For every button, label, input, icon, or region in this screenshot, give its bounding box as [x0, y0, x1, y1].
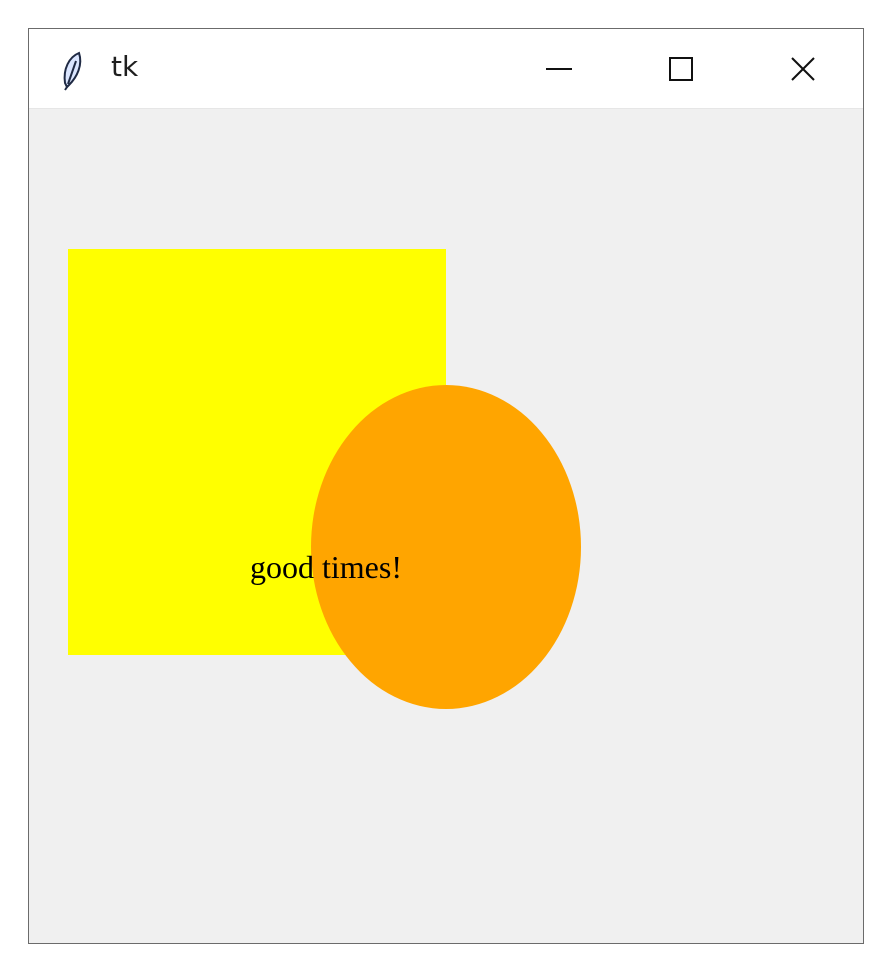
canvas-text: good times!	[250, 549, 402, 585]
minimize-button[interactable]	[513, 29, 605, 109]
window-title: tk	[111, 50, 139, 83]
app-window: tk good times!	[28, 28, 864, 944]
maximize-button[interactable]	[635, 29, 727, 109]
feather-icon	[63, 51, 82, 91]
maximize-icon	[669, 57, 693, 81]
close-icon	[791, 57, 815, 81]
orange-ellipse	[311, 385, 581, 709]
canvas-drawing: good times!	[68, 249, 581, 709]
tk-canvas[interactable]: good times!	[29, 109, 863, 943]
close-button[interactable]	[757, 29, 849, 109]
title-bar[interactable]: tk	[29, 29, 863, 109]
minimize-icon	[546, 68, 572, 70]
